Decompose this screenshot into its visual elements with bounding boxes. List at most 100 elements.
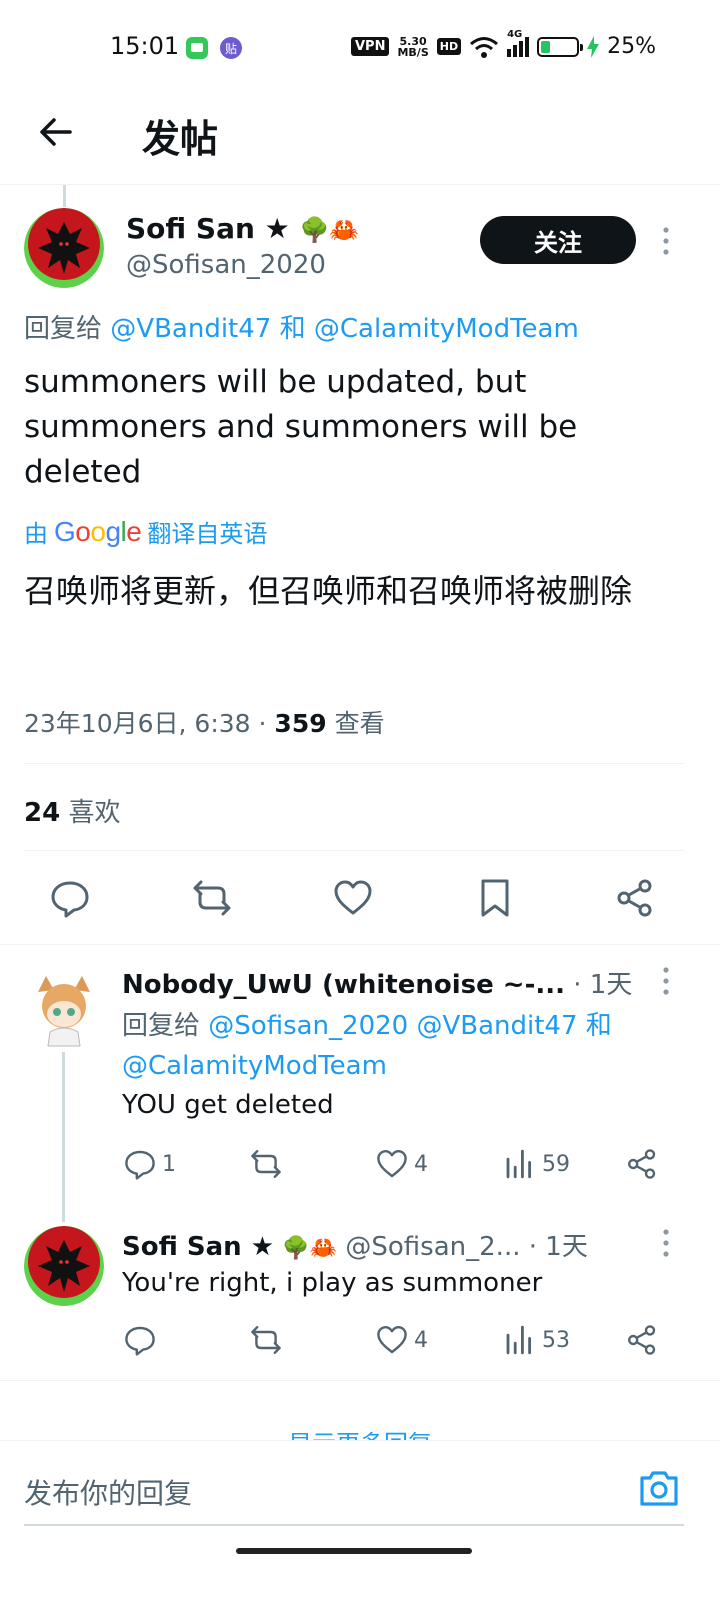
share-icon[interactable]	[626, 1324, 658, 1356]
reply-user-link[interactable]: @CalamityModTeam	[314, 314, 579, 344]
reply-author-handle[interactable]: @Sofisan_2...	[345, 1232, 520, 1262]
reply-conjunction: 和	[585, 1011, 612, 1041]
reply-user-link[interactable]: @Sofisan_2020 @VBandit47	[208, 1011, 577, 1041]
charging-icon	[587, 35, 600, 58]
reply-author-avatar[interactable]	[24, 1226, 104, 1306]
header-divider	[0, 184, 720, 185]
like-count: 4	[414, 1151, 428, 1177]
reply-button[interactable]: 1	[124, 1148, 176, 1180]
tweet-text: summoners will be updated, but summoners…	[24, 364, 578, 490]
page-title: 发帖	[142, 117, 219, 161]
like-heart-icon	[377, 1326, 407, 1354]
show-more-replies-link[interactable]: 显示更多回复	[0, 1424, 720, 1440]
reply-conjunction: 和	[279, 314, 306, 344]
author-name[interactable]: Sofi San ★ 🌳🦀	[126, 212, 359, 245]
back-arrow-icon[interactable]	[36, 112, 76, 152]
net-speed-unit: MB/S	[397, 45, 429, 59]
bookmark-icon[interactable]	[475, 878, 515, 918]
battery-percent: 25%	[607, 34, 656, 59]
reply-user-link[interactable]: @CalamityModTeam	[122, 1051, 387, 1081]
status-indicators: VPN 5.30 MB/S HD 4G 25%	[351, 29, 656, 59]
retweet-icon	[251, 1326, 281, 1354]
author-emojis: 🌳🦀	[282, 1236, 338, 1261]
wifi-icon	[470, 36, 499, 58]
like-heart-icon	[377, 1150, 407, 1178]
signal-type: 4G	[507, 28, 523, 40]
more-options-icon[interactable]	[662, 226, 670, 256]
reply-input[interactable]: 发布你的回复	[24, 1472, 192, 1512]
messages-app-icon	[186, 37, 208, 59]
reply-prefix: 回复给	[122, 1011, 201, 1041]
share-icon[interactable]	[626, 1148, 658, 1180]
likes-label: 喜欢	[68, 798, 121, 828]
retweet-icon	[251, 1150, 281, 1178]
retweet-button[interactable]	[250, 1148, 282, 1180]
reply-time[interactable]: · 1天	[529, 1232, 588, 1262]
reply-user-link[interactable]: @VBandit47	[110, 314, 271, 344]
signal-icon: 4G	[507, 29, 530, 57]
retweet-button[interactable]	[250, 1324, 282, 1356]
author-handle[interactable]: @Sofisan_2020	[126, 250, 326, 280]
follow-button[interactable]: 关注	[480, 216, 636, 264]
divider	[0, 944, 720, 945]
reply-to-line: 回复给 @VBandit47 和 @CalamityModTeam	[24, 308, 579, 345]
like-button[interactable]: 4	[376, 1324, 428, 1356]
reply-author-name[interactable]: Nobody_UwU (whitenoise ~-...	[122, 970, 565, 1000]
reply-text: You're right, i play as summoner	[122, 1268, 543, 1298]
google-logo: Google	[54, 515, 142, 548]
battery-icon	[537, 36, 584, 57]
reply-time[interactable]: · 1天	[573, 970, 632, 1000]
reply-icon[interactable]	[50, 878, 90, 918]
camera-icon[interactable]	[638, 1468, 680, 1508]
like-button[interactable]: 4	[376, 1148, 428, 1180]
author-avatar[interactable]	[24, 208, 104, 288]
divider	[24, 850, 684, 851]
network-speed: 5.30 MB/S	[397, 36, 428, 58]
reply-text: YOU get deleted	[122, 1090, 334, 1120]
likes-summary[interactable]: 24 喜欢	[24, 792, 120, 829]
reply-header: Sofi San ★ 🌳🦀 @Sofisan_2... · 1天	[122, 1226, 588, 1263]
vpn-badge: VPN	[351, 37, 390, 56]
retweet-icon[interactable]	[192, 878, 232, 918]
thread-line	[63, 185, 66, 207]
author-emojis: 🌳🦀	[299, 216, 360, 244]
tieba-app-icon: 贴	[220, 37, 242, 59]
more-options-icon[interactable]	[662, 966, 670, 996]
tweet-meta: 23年10月6日, 6:38 · 359 查看	[24, 704, 385, 740]
battery-level	[541, 40, 550, 53]
reply-count: 1	[162, 1151, 176, 1177]
reply-icon	[125, 1150, 155, 1180]
translate-suffix: 翻译自英语	[147, 520, 268, 548]
input-underline	[24, 1524, 684, 1526]
like-count: 4	[414, 1327, 428, 1353]
reply-prefix: 回复给	[24, 314, 103, 344]
translate-prefix: 由	[24, 520, 48, 548]
status-time: 15:01	[110, 32, 180, 60]
reply-icon	[125, 1326, 155, 1356]
reply-header: Nobody_UwU (whitenoise ~-... · 1天	[122, 964, 632, 1001]
author-name-text: Sofi San ★	[126, 212, 290, 245]
reply-author-name[interactable]: Sofi San ★	[122, 1232, 274, 1262]
views-button[interactable]: 53	[504, 1324, 570, 1356]
views-button[interactable]: 59	[504, 1148, 570, 1180]
divider	[0, 1380, 720, 1381]
views-label: 查看	[334, 709, 385, 738]
likes-count: 24	[24, 798, 61, 828]
reply-to-line: 回复给 @Sofisan_2020 @VBandit47 和 @Calamity…	[122, 1006, 662, 1086]
like-heart-icon[interactable]	[333, 878, 373, 918]
divider	[24, 763, 684, 764]
svg-text:贴: 贴	[225, 42, 237, 56]
more-options-icon[interactable]	[662, 1228, 670, 1258]
reply-button[interactable]	[124, 1324, 156, 1356]
reply-author-avatar[interactable]	[24, 970, 104, 1050]
google-wordmark: Google	[54, 515, 142, 547]
view-count: 59	[542, 1151, 570, 1177]
view-count: 53	[542, 1327, 570, 1353]
home-indicator[interactable]	[236, 1548, 472, 1554]
tweet-timestamp[interactable]: 23年10月6日, 6:38 ·	[24, 709, 266, 738]
views-count: 359	[274, 709, 327, 738]
analytics-bars-icon	[506, 1149, 531, 1179]
analytics-bars-icon	[506, 1325, 531, 1355]
share-icon[interactable]	[615, 878, 655, 918]
translation-note[interactable]: 由 Google 翻译自英语	[24, 514, 267, 549]
